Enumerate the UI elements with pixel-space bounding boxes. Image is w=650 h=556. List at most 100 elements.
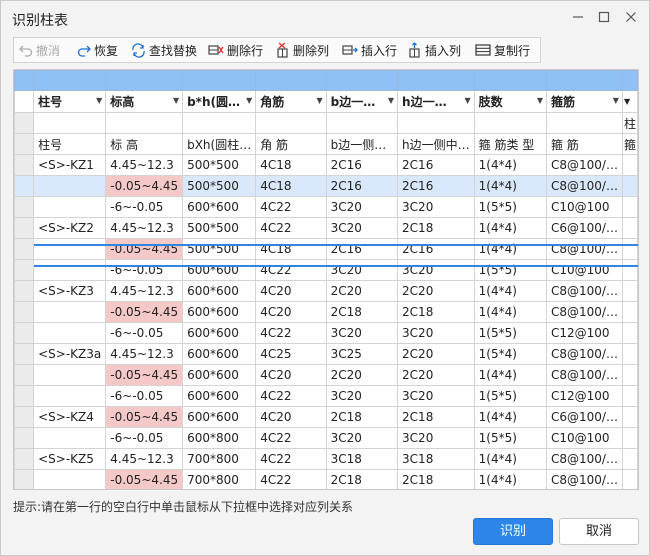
table-cell[interactable]: 2C18 bbox=[397, 469, 475, 489]
table-cell[interactable] bbox=[33, 259, 107, 281]
row-header-cell[interactable] bbox=[14, 343, 35, 365]
table-cell[interactable]: 600*600 bbox=[182, 364, 257, 386]
table-cell[interactable]: C10@100 bbox=[545, 259, 623, 281]
row-header-cell[interactable] bbox=[14, 322, 35, 344]
table-cell[interactable]: 4.45~12.3 bbox=[105, 217, 184, 239]
table-cell[interactable]: 2C16 bbox=[325, 175, 399, 197]
table-cell[interactable]: 箍 筋 bbox=[545, 133, 623, 155]
column-mapping-dropdown[interactable]: 角筋 ▼ bbox=[255, 90, 327, 113]
recognize-button[interactable]: 识别 bbox=[473, 518, 553, 545]
table-cell[interactable]: 4C22 bbox=[255, 259, 327, 281]
table-cell[interactable] bbox=[33, 364, 107, 386]
table-cell[interactable] bbox=[33, 196, 107, 218]
table-cell[interactable]: C8@100/… bbox=[545, 175, 623, 197]
table-cell[interactable]: 2C20 bbox=[397, 343, 475, 365]
table-cell[interactable]: 4C20 bbox=[255, 280, 327, 302]
table-cell[interactable]: b边一侧… bbox=[325, 133, 399, 155]
table-cell[interactable]: 4C20 bbox=[255, 301, 327, 323]
table-cell[interactable]: 2C18 bbox=[397, 301, 475, 323]
column-mapping-dropdown[interactable]: b边一… ▼ bbox=[325, 90, 399, 113]
table-cell[interactable]: <S>-KZ3 bbox=[33, 280, 107, 302]
table-cell[interactable] bbox=[33, 301, 107, 323]
table-cell[interactable]: 4C18 bbox=[255, 238, 327, 260]
minimize-icon[interactable] bbox=[568, 8, 588, 28]
table-cell[interactable] bbox=[621, 364, 638, 386]
table-cell[interactable]: <S>-KZ4 bbox=[33, 406, 107, 428]
table-cell[interactable]: 2C18 bbox=[325, 406, 399, 428]
row-header-cell[interactable] bbox=[14, 427, 35, 449]
table-cell[interactable]: 4C22 bbox=[255, 196, 327, 218]
cancel-button[interactable]: 取消 bbox=[559, 518, 639, 545]
table-row[interactable]: <S>-KZ3a 4.45~12.3 600*600 4C25 3C25 2C20 1(5*… bbox=[14, 343, 638, 365]
row-header-cell[interactable] bbox=[14, 238, 35, 260]
table-cell[interactable] bbox=[473, 112, 547, 134]
table-cell[interactable]: 4C22 bbox=[255, 448, 327, 470]
table-cell[interactable]: 1(4*4) bbox=[473, 448, 547, 470]
table-cell[interactable] bbox=[33, 427, 107, 449]
table-cell[interactable]: 3C20 bbox=[397, 427, 475, 449]
table-row[interactable]: -0.05~4.45 600*600 4C20 2C20 2C20 1(4*4) C8@10… bbox=[14, 364, 638, 386]
table-cell[interactable]: <S>-KZ2 bbox=[33, 217, 107, 239]
table-cell[interactable]: 2C16 bbox=[325, 154, 399, 176]
delete-column-button[interactable]: 删除列 bbox=[276, 38, 329, 62]
redo-button[interactable]: 恢复 bbox=[77, 38, 118, 62]
table-cell[interactable]: 2C20 bbox=[397, 364, 475, 386]
table-cell[interactable]: C8@100/… bbox=[545, 448, 623, 470]
table-cell[interactable] bbox=[621, 469, 638, 489]
table-cell[interactable]: <S>-KZ5 bbox=[33, 448, 107, 470]
maximize-icon[interactable] bbox=[594, 8, 614, 28]
table-cell[interactable]: 3C20 bbox=[397, 322, 475, 344]
table-row[interactable]: <S>-KZ5 4.45~12.3 700*800 4C22 3C18 3C18 1(4*4… bbox=[14, 448, 638, 470]
table-cell[interactable]: 700*800 bbox=[182, 469, 257, 489]
table-cell[interactable]: -0.05~4.45 bbox=[105, 301, 184, 323]
table-cell[interactable]: 柱 bbox=[621, 112, 638, 134]
table-cell[interactable]: C6@100/… bbox=[545, 406, 623, 428]
table-cell[interactable]: -6~-0.05 bbox=[105, 322, 184, 344]
table-cell[interactable]: 2C16 bbox=[397, 238, 475, 260]
table-cell[interactable]: 600*600 bbox=[182, 385, 257, 407]
table-row[interactable]: -6~-0.05 600*600 4C22 3C20 3C20 1(5*5) C10@100 bbox=[14, 196, 638, 218]
table-cell[interactable]: C8@100/… bbox=[545, 280, 623, 302]
table-cell[interactable]: 1(5*5) bbox=[473, 385, 547, 407]
table-cell[interactable]: 600*800 bbox=[182, 427, 257, 449]
copy-row-button[interactable]: 复制行 bbox=[475, 38, 530, 62]
table-cell[interactable] bbox=[621, 217, 638, 239]
row-header-cell[interactable] bbox=[14, 196, 35, 218]
table-cell[interactable]: 1(4*4) bbox=[473, 364, 547, 386]
table-cell[interactable]: 箍 bbox=[621, 133, 638, 155]
table-cell[interactable]: 1(5*5) bbox=[473, 427, 547, 449]
table-cell[interactable]: <S>-KZ3a bbox=[33, 343, 107, 365]
table-cell[interactable]: 2C16 bbox=[325, 238, 399, 260]
table-cell[interactable]: 2C16 bbox=[397, 154, 475, 176]
table-cell[interactable]: -0.05~4.45 bbox=[105, 469, 184, 489]
row-header-cell[interactable] bbox=[14, 448, 35, 470]
table-cell[interactable]: 2C18 bbox=[397, 217, 475, 239]
table-cell[interactable]: 500*500 bbox=[182, 217, 257, 239]
table-cell[interactable]: 4C22 bbox=[255, 385, 327, 407]
table-cell[interactable]: 4C22 bbox=[255, 217, 327, 239]
row-header-cell[interactable] bbox=[14, 469, 35, 489]
table-cell[interactable]: 3C20 bbox=[325, 259, 399, 281]
table-cell[interactable]: 4C18 bbox=[255, 175, 327, 197]
insert-column-button[interactable]: 插入列 bbox=[408, 38, 461, 62]
row-header-cell[interactable] bbox=[14, 217, 35, 239]
table-cell[interactable]: C8@100/… bbox=[545, 343, 623, 365]
table-cell[interactable]: 600*600 bbox=[182, 322, 257, 344]
table-cell[interactable]: 3C20 bbox=[325, 427, 399, 449]
column-mapping-dropdown[interactable]: 肢数 ▼ bbox=[473, 90, 547, 113]
table-cell[interactable]: 3C20 bbox=[397, 385, 475, 407]
table-cell[interactable]: 4C22 bbox=[255, 427, 327, 449]
row-header-cell[interactable] bbox=[14, 175, 35, 197]
close-icon[interactable] bbox=[621, 8, 641, 28]
table-cell[interactable] bbox=[621, 301, 638, 323]
table-cell[interactable] bbox=[105, 112, 184, 134]
table-row[interactable]: -0.05~4.45 600*600 4C20 2C18 2C18 1(4*4) C8@10… bbox=[14, 301, 638, 323]
table-cell[interactable]: 600*600 bbox=[182, 259, 257, 281]
table-row[interactable]: -6~-0.05 600*600 4C22 3C20 3C20 1(5*5) C12@100 bbox=[14, 385, 638, 407]
table-cell[interactable]: C8@100/… bbox=[545, 154, 623, 176]
find-replace-button[interactable]: 查找替换 bbox=[131, 38, 197, 62]
table-cell[interactable] bbox=[397, 112, 475, 134]
table-cell[interactable] bbox=[621, 343, 638, 365]
table-cell[interactable]: 1(5*4) bbox=[473, 343, 547, 365]
table-cell[interactable]: 1(4*4) bbox=[473, 175, 547, 197]
